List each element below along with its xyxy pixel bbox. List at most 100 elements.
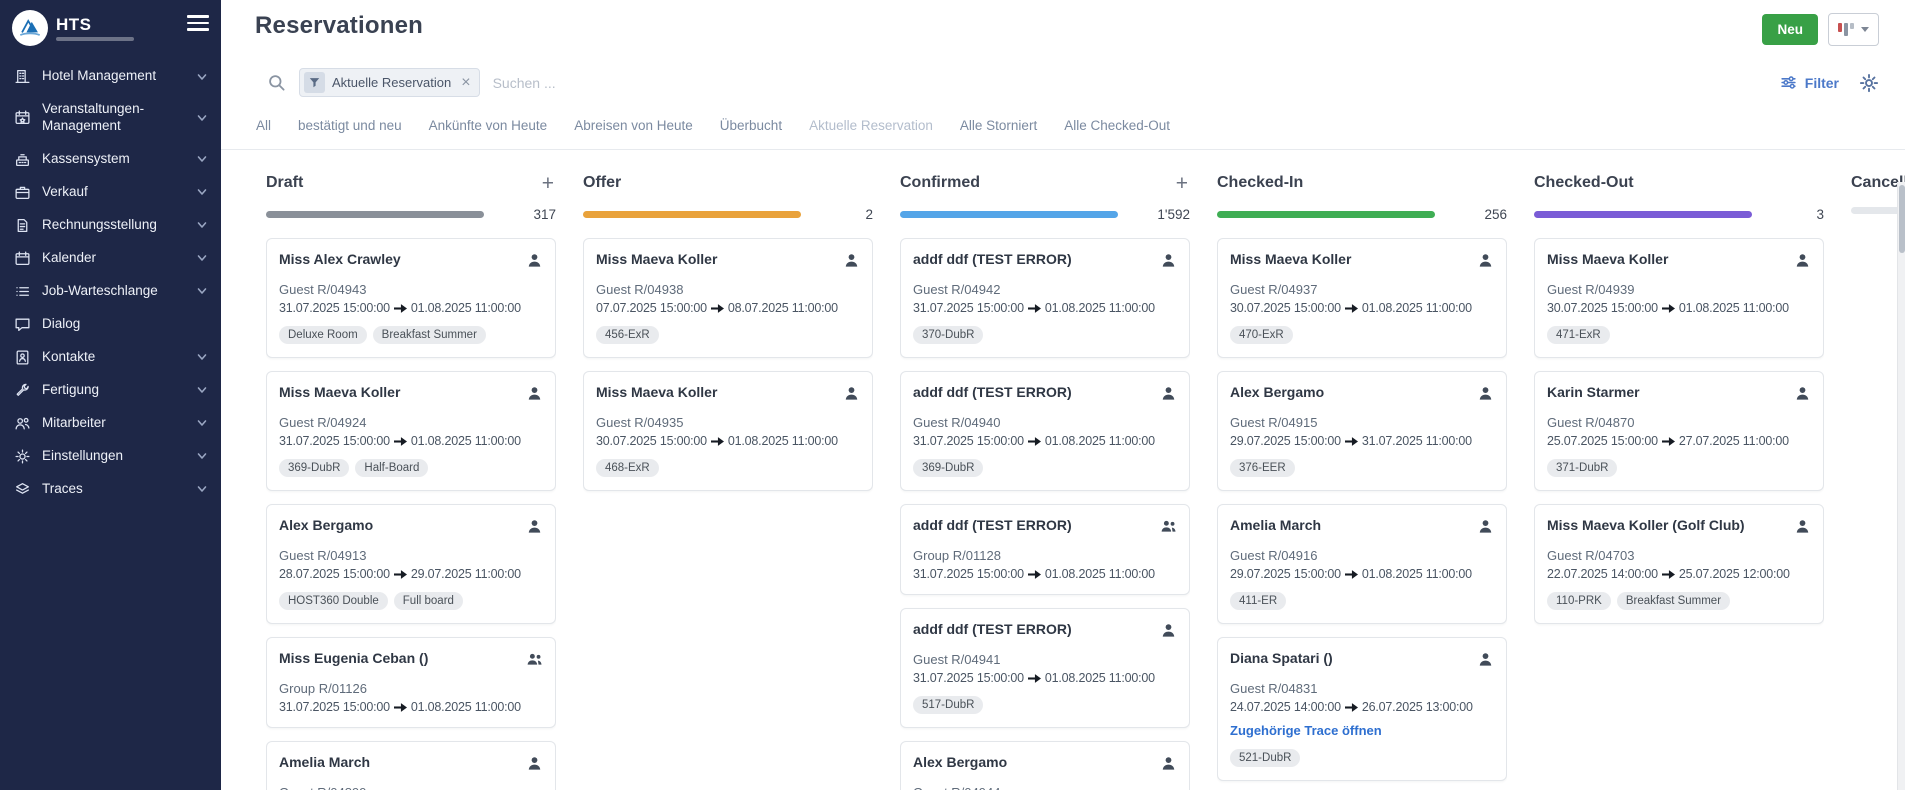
chevron-down-icon [197, 253, 207, 263]
sidebar-item-job-warteschlange[interactable]: Job-Warteschlange [0, 275, 221, 308]
person-icon [1794, 518, 1811, 535]
reservation-card[interactable]: Miss Maeva KollerGuest R/0492431.07.2025… [266, 371, 556, 491]
add-card-button[interactable]: + [1174, 173, 1190, 194]
kanban-column-confirmed: Confirmed+1'592addf ddf (TEST ERROR)Gues… [900, 172, 1190, 790]
reservation-card[interactable]: Diana Spatari ()Guest R/0483124.07.2025 … [1217, 637, 1507, 781]
topbar-actions: Neu [1762, 13, 1879, 46]
reservation-card[interactable]: addf ddf (TEST ERROR)Guest R/0494231.07.… [900, 238, 1190, 358]
column-cards: Miss Maeva KollerGuest R/0493807.07.2025… [583, 238, 873, 790]
search-input[interactable] [493, 75, 1780, 91]
sidebar: HTS Hotel ManagementVeranstaltungen-Mana… [0, 0, 221, 790]
checkin-date: 24.07.2025 14:00:00 [1230, 700, 1341, 714]
checkout-date: 01.08.2025 11:00:00 [1045, 301, 1155, 315]
reservation-card[interactable]: Miss Maeva KollerGuest R/0493530.07.2025… [583, 371, 873, 491]
reservation-card[interactable]: addf ddf (TEST ERROR)Guest R/0494131.07.… [900, 608, 1190, 728]
checkin-date: 07.07.2025 15:00:00 [596, 301, 707, 315]
tab-abreisen-von-heute[interactable]: Abreisen von Heute [574, 118, 693, 133]
sidebar-item-kontakte[interactable]: Kontakte [0, 341, 221, 374]
tags: 456-ExR [596, 326, 860, 344]
group-icon [1160, 518, 1177, 535]
sidebar-item-rechnungsstellung[interactable]: Rechnungsstellung [0, 209, 221, 242]
tab-all[interactable]: All [256, 118, 271, 133]
guest-name: Miss Maeva Koller (Golf Club) [1547, 517, 1753, 535]
active-filter-chip[interactable]: Aktuelle Reservation × [299, 68, 480, 97]
tag-badge: 411-ER [1230, 592, 1286, 610]
tab-alle-checked-out[interactable]: Alle Checked-Out [1064, 118, 1170, 133]
app-root: HTS Hotel ManagementVeranstaltungen-Mana… [0, 0, 1905, 790]
stay-dates: 25.07.2025 15:00:0027.07.2025 11:00:00 [1547, 434, 1811, 448]
chevron-down-icon [197, 154, 207, 164]
tab-alle-storniert[interactable]: Alle Storniert [960, 118, 1037, 133]
guest-name: addf ddf (TEST ERROR) [913, 517, 1080, 535]
sidebar-item-einstellungen[interactable]: Einstellungen [0, 440, 221, 473]
reservation-card[interactable]: Alex BergamoGuest R/0491328.07.2025 15:0… [266, 504, 556, 624]
search-actions: Filter [1780, 73, 1879, 93]
stay-dates: 29.07.2025 15:00:0001.08.2025 11:00:00 [1230, 567, 1494, 581]
trace-link[interactable]: Zugehörige Trace öffnen [1230, 723, 1494, 738]
reservation-ref: Group R/01126 [279, 681, 543, 696]
checkout-date: 01.08.2025 11:00:00 [1045, 671, 1155, 685]
add-card-button[interactable]: + [540, 173, 556, 194]
tag-badge: 471-ExR [1547, 326, 1610, 344]
filter-button[interactable]: Filter [1780, 74, 1839, 91]
chat-icon [14, 316, 31, 333]
reservation-ref: Group R/01128 [913, 548, 1177, 563]
contacts-icon [14, 349, 31, 366]
sidebar-item-mitarbeiter[interactable]: Mitarbeiter [0, 407, 221, 440]
logo-tagline [56, 37, 134, 41]
reservation-ref: Guest R/04942 [913, 282, 1177, 297]
chip-close-icon[interactable]: × [461, 75, 470, 91]
app-logo[interactable]: HTS [12, 10, 134, 46]
sidebar-item-traces[interactable]: Traces [0, 473, 221, 506]
tab-ank-nfte-von-heute[interactable]: Ankünfte von Heute [429, 118, 548, 133]
reservation-card[interactable]: Miss Maeva KollerGuest R/0493930.07.2025… [1534, 238, 1824, 358]
reservation-card[interactable]: Miss Maeva KollerGuest R/0493730.07.2025… [1217, 238, 1507, 358]
new-button[interactable]: Neu [1762, 14, 1818, 45]
reservation-ref: Guest R/04935 [596, 415, 860, 430]
sidebar-item-kalender[interactable]: Kalender [0, 242, 221, 275]
guest-name: addf ddf (TEST ERROR) [913, 251, 1080, 269]
sidebar-item-verkauf[interactable]: Verkauf [0, 176, 221, 209]
tab-aktuelle-reservation[interactable]: Aktuelle Reservation [809, 118, 933, 133]
sidebar-item-label: Dialog [42, 316, 207, 333]
reservation-card[interactable]: addf ddf (TEST ERROR)Guest R/0494031.07.… [900, 371, 1190, 491]
menu-toggle-icon[interactable] [187, 15, 209, 31]
reservation-card[interactable]: Miss Eugenia Ceban ()Group R/0112631.07.… [266, 637, 556, 728]
reservation-card[interactable]: Miss Maeva Koller (Golf Club)Guest R/047… [1534, 504, 1824, 624]
reservation-card[interactable]: Alex BergamoGuest R/0491529.07.2025 15:0… [1217, 371, 1507, 491]
checkout-date: 26.07.2025 13:00:00 [1362, 700, 1473, 714]
reservation-card[interactable]: Alex BergamoGuest R/0494401.08.2025 15:0… [900, 741, 1190, 790]
tab-best-tigt-und-neu[interactable]: bestätigt und neu [298, 118, 402, 133]
stay-dates: 30.07.2025 15:00:0001.08.2025 11:00:00 [1547, 301, 1811, 315]
sidebar-item-dialog[interactable]: Dialog [0, 308, 221, 341]
reservation-card[interactable]: Amelia MarchGuest R/0489928.07.2025 15:0… [266, 741, 556, 790]
view-switcher-button[interactable] [1828, 13, 1879, 46]
tag-badge: 521-DubR [1230, 749, 1300, 767]
column-title: Confirmed [900, 174, 980, 192]
sidebar-item-label: Verkauf [42, 184, 186, 201]
reservation-card[interactable]: Amelia MarchGuest R/0491629.07.2025 15:0… [1217, 504, 1507, 624]
person-icon [1160, 385, 1177, 402]
sidebar-header: HTS [0, 0, 221, 52]
sidebar-item-kassensystem[interactable]: Kassensystem [0, 143, 221, 176]
reservation-ref: Guest R/04870 [1547, 415, 1811, 430]
tag-badge: 369-DubR [913, 459, 983, 477]
scrollbar-thumb[interactable] [1899, 185, 1905, 253]
chevron-down-icon [197, 72, 207, 82]
vertical-scrollbar[interactable] [1897, 182, 1905, 790]
reservation-card[interactable]: addf ddf (TEST ERROR)Group R/0112831.07.… [900, 504, 1190, 595]
kanban-column-checked-in: Checked-In256Miss Maeva KollerGuest R/04… [1217, 172, 1507, 790]
checkout-date: 01.08.2025 11:00:00 [1045, 434, 1155, 448]
tab-berbucht[interactable]: Überbucht [720, 118, 782, 133]
tags: 369-DubRHalf-Board [279, 459, 543, 477]
reservation-card[interactable]: Miss Maeva KollerGuest R/0493807.07.2025… [583, 238, 873, 358]
reservation-card[interactable]: Karin StarmerGuest R/0487025.07.2025 15:… [1534, 371, 1824, 491]
settings-gear-icon[interactable] [1859, 73, 1879, 93]
guest-name: Amelia March [279, 754, 378, 772]
reservation-card[interactable]: Miss Alex CrawleyGuest R/0494331.07.2025… [266, 238, 556, 358]
stay-dates: 31.07.2025 15:00:0001.08.2025 11:00:00 [279, 700, 543, 714]
sidebar-item-hotel-management[interactable]: Hotel Management [0, 60, 221, 93]
sidebar-item-fertigung[interactable]: Fertigung [0, 374, 221, 407]
sidebar-item-veranstaltungen-management[interactable]: Veranstaltungen-Management [0, 93, 221, 143]
sidebar-item-label: Fertigung [42, 382, 186, 399]
